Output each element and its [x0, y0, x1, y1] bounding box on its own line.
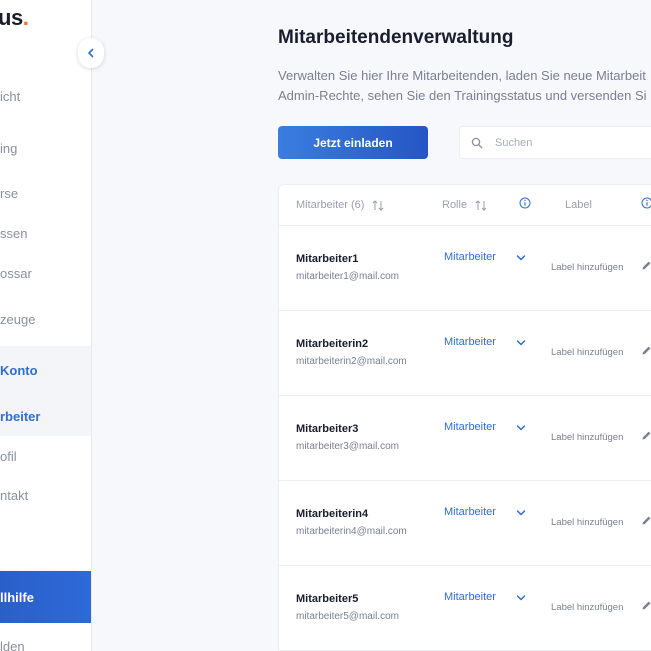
add-label-link[interactable]: Label hinzufügen [551, 347, 623, 358]
sidebar-item-label: rbeiter [0, 409, 41, 424]
sidebar-item-label: lden [0, 639, 25, 651]
info-icon[interactable] [641, 197, 651, 209]
column-header-label: Label [565, 199, 592, 211]
pencil-icon[interactable] [641, 345, 651, 356]
employee-table: Mitarbeiter (6) Rolle Label Mitarbeiter1… [278, 184, 651, 651]
sidebar-item-label: ssen [0, 226, 28, 241]
employee-name: Mitarbeiter3 [296, 423, 359, 435]
logo[interactable]: us. [0, 5, 29, 31]
pencil-icon[interactable] [641, 260, 651, 271]
table-header: Mitarbeiter (6) Rolle Label [279, 185, 651, 226]
sidebar-item-knowledge[interactable]: ssen [0, 226, 91, 241]
pencil-icon[interactable] [641, 515, 651, 526]
sidebar-item-training[interactable]: ing [0, 141, 91, 156]
sidebar-item-logout[interactable]: lden [0, 639, 91, 651]
chevron-down-icon[interactable] [516, 423, 526, 433]
column-header-role[interactable]: Rolle [442, 199, 487, 211]
logo-text: us [0, 5, 23, 30]
employee-email: mitarbeiterin4@mail.com [296, 526, 407, 537]
add-label-link[interactable]: Label hinzufügen [551, 602, 623, 613]
employee-email: mitarbeiter5@mail.com [296, 611, 399, 622]
search-box[interactable] [459, 126, 651, 159]
employee-email: mitarbeiterin2@mail.com [296, 356, 407, 367]
page-description-line: Admin-Rechte, sehen Sie den Trainingssta… [278, 88, 647, 103]
search-input[interactable] [495, 136, 645, 149]
sidebar-item-tools[interactable]: zeuge [0, 312, 91, 327]
sidebar-item-label: ofil [0, 449, 17, 464]
role-select[interactable]: Mitarbeiter [444, 251, 496, 263]
role-select[interactable]: Mitarbeiter [444, 336, 496, 348]
logo-dot: . [22, 5, 29, 30]
page-description-line: Verwalten Sie hier Ihre Mitarbeitenden, … [278, 68, 646, 83]
sidebar-item-employees[interactable]: rbeiter [0, 409, 91, 424]
column-header-label-col: Label [565, 199, 592, 211]
table-row: Mitarbeiter5 mitarbeiter5@mail.com Mitar… [279, 566, 651, 651]
employee-name: Mitarbeiterin2 [296, 338, 369, 350]
chevron-left-icon [88, 48, 94, 58]
table-row: Mitarbeiter3 mitarbeiter3@mail.com Mitar… [279, 396, 651, 481]
sidebar-item-label: zeuge [0, 312, 36, 327]
role-select[interactable]: Mitarbeiter [444, 591, 496, 603]
pencil-icon[interactable] [641, 600, 651, 611]
sidebar-item-profile[interactable]: ofil [0, 449, 91, 464]
sidebar-item-label: Konto [0, 363, 38, 378]
sidebar-item-account[interactable]: Konto [0, 363, 91, 378]
sidebar-item-glossary[interactable]: ossar [0, 266, 91, 281]
employee-name: Mitarbeiter5 [296, 593, 359, 605]
sort-icon[interactable] [372, 199, 384, 211]
chevron-down-icon[interactable] [516, 508, 526, 518]
role-select[interactable]: Mitarbeiter [444, 421, 496, 433]
search-icon [471, 137, 483, 148]
main-content: Mitarbeitendenverwaltung Verwalten Sie h… [92, 0, 651, 651]
invite-button[interactable]: Jetzt einladen [278, 126, 428, 159]
sidebar-collapse-button[interactable] [78, 38, 104, 68]
sidebar: us. icht ing rse ssen ossar zeuge Konto … [0, 0, 92, 651]
sidebar-item-overview[interactable]: icht [0, 89, 91, 104]
add-label-link[interactable]: Label hinzufügen [551, 517, 623, 528]
employee-email: mitarbeiter1@mail.com [296, 271, 399, 282]
add-label-link[interactable]: Label hinzufügen [551, 432, 623, 443]
table-row: Mitarbeiterin4 mitarbeiterin4@mail.com M… [279, 481, 651, 566]
sidebar-item-label: ing [0, 141, 18, 156]
sidebar-item-label: llhilfe [0, 590, 34, 605]
chevron-down-icon[interactable] [516, 593, 526, 603]
chevron-down-icon[interactable] [516, 253, 526, 263]
sidebar-item-courses[interactable]: rse [0, 186, 91, 201]
pencil-icon[interactable] [641, 430, 651, 441]
table-row: Mitarbeiterin2 mitarbeiterin2@mail.com M… [279, 311, 651, 396]
sort-icon[interactable] [475, 199, 487, 211]
sidebar-item-label: ossar [0, 266, 32, 281]
sidebar-item-help[interactable]: llhilfe [0, 571, 91, 623]
sidebar-item-label: rse [0, 186, 19, 201]
page-title: Mitarbeitendenverwaltung [278, 27, 514, 48]
employee-email: mitarbeiter3@mail.com [296, 441, 399, 452]
role-select[interactable]: Mitarbeiter [444, 506, 496, 518]
employee-name: Mitarbeiter1 [296, 253, 359, 265]
info-icon[interactable] [519, 197, 531, 209]
sidebar-item-contact[interactable]: ntakt [0, 488, 91, 503]
employee-name: Mitarbeiterin4 [296, 508, 369, 520]
column-header-employee[interactable]: Mitarbeiter (6) [296, 199, 384, 211]
chevron-down-icon[interactable] [516, 338, 526, 348]
sidebar-item-label: ntakt [0, 488, 29, 503]
column-header-label: Mitarbeiter (6) [296, 199, 365, 211]
sidebar-item-label: icht [0, 89, 21, 104]
table-row: Mitarbeiter1 mitarbeiter1@mail.com Mitar… [279, 226, 651, 311]
add-label-link[interactable]: Label hinzufügen [551, 262, 623, 273]
page-description: Verwalten Sie hier Ihre Mitarbeitenden, … [278, 66, 647, 106]
column-header-label: Rolle [442, 199, 468, 211]
